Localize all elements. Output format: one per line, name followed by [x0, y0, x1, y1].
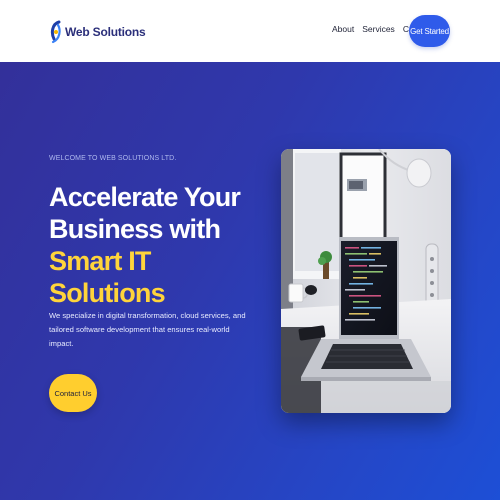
headline-accent: Smart IT Solutions	[49, 246, 166, 308]
contact-us-button[interactable]: Contact Us	[49, 374, 97, 412]
headline-line-2: Business with	[49, 214, 221, 244]
hero-eyebrow: WELCOME TO WEB SOLUTIONS LTD.	[49, 155, 177, 162]
logo-icon	[50, 19, 62, 45]
nav-link-about[interactable]: About	[332, 24, 354, 34]
headline-line-1: Accelerate Your	[49, 182, 241, 212]
hero-description: We specialize in digital transformation,…	[49, 311, 246, 348]
brand[interactable]: Web Solutions	[50, 19, 146, 45]
hero-section: WELCOME TO WEB SOLUTIONS LTD. Accelerate…	[0, 62, 500, 500]
brand-name: Web Solutions	[65, 25, 146, 39]
hero-headline: Accelerate Your Business with Smart IT S…	[49, 181, 259, 309]
nav-link-services[interactable]: Services	[362, 24, 395, 34]
site-header: Web Solutions About Services Contact Get…	[0, 0, 500, 62]
hero-workspace-image	[281, 149, 451, 413]
get-started-button[interactable]: Get Started	[409, 15, 450, 47]
